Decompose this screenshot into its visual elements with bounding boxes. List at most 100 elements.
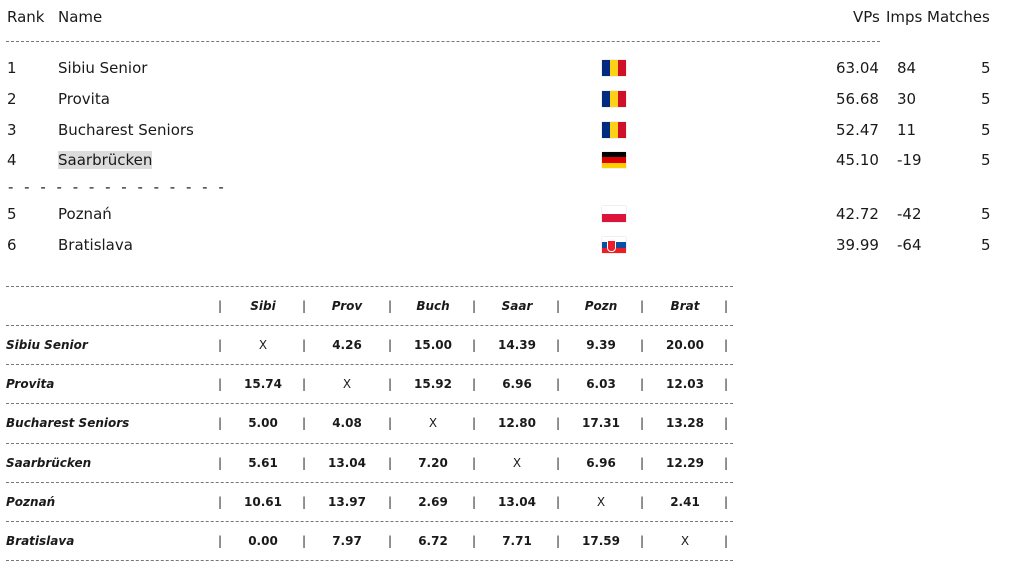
matrix-score-cell: 13.04 (498, 495, 536, 509)
column-pipe: | (302, 456, 307, 470)
team-name-link[interactable]: Sibiu Senior (58, 59, 147, 77)
column-pipe: | (388, 377, 393, 391)
matrix-score-cell: 7.71 (502, 534, 532, 548)
romania-flag-icon (602, 91, 626, 107)
vps-cell: 39.99 (836, 236, 879, 254)
column-pipe: | (218, 299, 223, 313)
column-pipe: | (556, 338, 561, 352)
column-pipe: | (724, 299, 729, 313)
column-pipe: | (472, 377, 477, 391)
matrix-score-cell: 14.39 (498, 338, 536, 352)
matrix-score-cell: 17.31 (582, 416, 620, 430)
column-pipe: | (218, 534, 223, 548)
matrix-column-header: Brat (670, 299, 700, 313)
matrix-row-divider (6, 482, 733, 483)
column-pipe: | (556, 416, 561, 430)
column-pipe: | (640, 534, 645, 548)
rank-cell: 4 (7, 151, 17, 169)
matrix-row-team: Poznań (6, 495, 56, 509)
column-pipe: | (556, 299, 561, 313)
matrix-score-cell: X (596, 495, 606, 509)
imps-cell: -64 (897, 236, 922, 254)
matrix-row-divider (6, 364, 733, 365)
matrix-score-cell: 17.59 (582, 534, 620, 548)
matrix-row-divider (6, 443, 733, 444)
rank-header: Rank (7, 8, 45, 26)
matrix-row-divider (6, 521, 733, 522)
column-pipe: | (556, 456, 561, 470)
column-pipe: | (640, 495, 645, 509)
vps-cell: 63.04 (836, 59, 879, 77)
column-pipe: | (302, 534, 307, 548)
team-name-link[interactable]: Bucharest Seniors (58, 121, 194, 139)
imps-cell: -42 (897, 205, 922, 223)
matrix-column-header: Prov (331, 299, 363, 313)
matrix-score-cell: 13.28 (666, 416, 704, 430)
column-pipe: | (388, 299, 393, 313)
matrix-score-cell: 12.03 (666, 377, 704, 391)
column-pipe: | (472, 416, 477, 430)
vps-cell: 52.47 (836, 121, 879, 139)
column-pipe: | (388, 338, 393, 352)
matrix-column-header: Pozn (584, 299, 618, 313)
column-pipe: | (724, 416, 729, 430)
column-pipe: | (724, 338, 729, 352)
matrix-score-cell: 10.61 (244, 495, 282, 509)
rank-cell: 5 (7, 205, 17, 223)
matrix-row-team: Provita (6, 377, 55, 391)
imps-cell: -19 (897, 151, 922, 169)
matrix-score-cell: 20.00 (666, 338, 704, 352)
rank-cell: 2 (7, 90, 17, 108)
team-name-link[interactable]: Poznań (58, 205, 112, 223)
column-pipe: | (472, 456, 477, 470)
column-pipe: | (724, 495, 729, 509)
matrix-score-cell: 15.74 (244, 377, 282, 391)
column-pipe: | (640, 456, 645, 470)
imps-cell: 11 (897, 121, 917, 139)
column-pipe: | (388, 534, 393, 548)
matrix-score-cell: 5.61 (248, 456, 278, 470)
matrix-column-header: Saar (501, 299, 533, 313)
cutoff-separator: - - - - - - - - - - - - - - (8, 178, 227, 196)
matrix-score-cell: 7.20 (418, 456, 448, 470)
matrix-score-cell: 6.72 (418, 534, 448, 548)
column-pipe: | (218, 456, 223, 470)
imps-cell: 30 (897, 90, 917, 108)
matches-cell: 5 (981, 236, 991, 254)
matrix-score-cell: 5.00 (248, 416, 278, 430)
matrix-row-team: Saarbrücken (6, 456, 92, 470)
header-divider (6, 41, 880, 42)
matrix-row-team: Bucharest Seniors (6, 416, 130, 430)
column-pipe: | (218, 416, 223, 430)
matrix-score-cell: 2.69 (418, 495, 448, 509)
matrix-score-cell: 15.00 (414, 338, 452, 352)
romania-flag-icon (602, 60, 626, 76)
column-pipe: | (388, 456, 393, 470)
matrix-row-divider (6, 560, 733, 561)
column-pipe: | (724, 377, 729, 391)
column-pipe: | (472, 495, 477, 509)
matrix-score-cell: 4.26 (332, 338, 362, 352)
column-pipe: | (218, 377, 223, 391)
column-pipe: | (472, 534, 477, 548)
matches-header: Matches (927, 8, 990, 26)
column-pipe: | (472, 338, 477, 352)
matrix-row-team: Bratislava (6, 534, 75, 548)
column-pipe: | (388, 495, 393, 509)
matrix-score-cell: 15.92 (414, 377, 452, 391)
matrix-row-divider (6, 286, 733, 287)
team-name-link[interactable]: Bratislava (58, 236, 133, 254)
matrix-score-cell: 6.96 (586, 456, 616, 470)
imps-cell: 84 (897, 59, 917, 77)
name-header: Name (58, 8, 103, 26)
matches-cell: 5 (981, 205, 991, 223)
matches-cell: 5 (981, 90, 991, 108)
column-pipe: | (724, 456, 729, 470)
column-pipe: | (388, 416, 393, 430)
team-name-link[interactable]: Saarbrücken (58, 151, 153, 169)
germany-flag-icon (602, 152, 626, 168)
matrix-column-header: Sibi (250, 299, 276, 313)
matrix-score-cell: 6.96 (502, 377, 532, 391)
column-pipe: | (640, 338, 645, 352)
team-name-link[interactable]: Provita (58, 90, 110, 108)
